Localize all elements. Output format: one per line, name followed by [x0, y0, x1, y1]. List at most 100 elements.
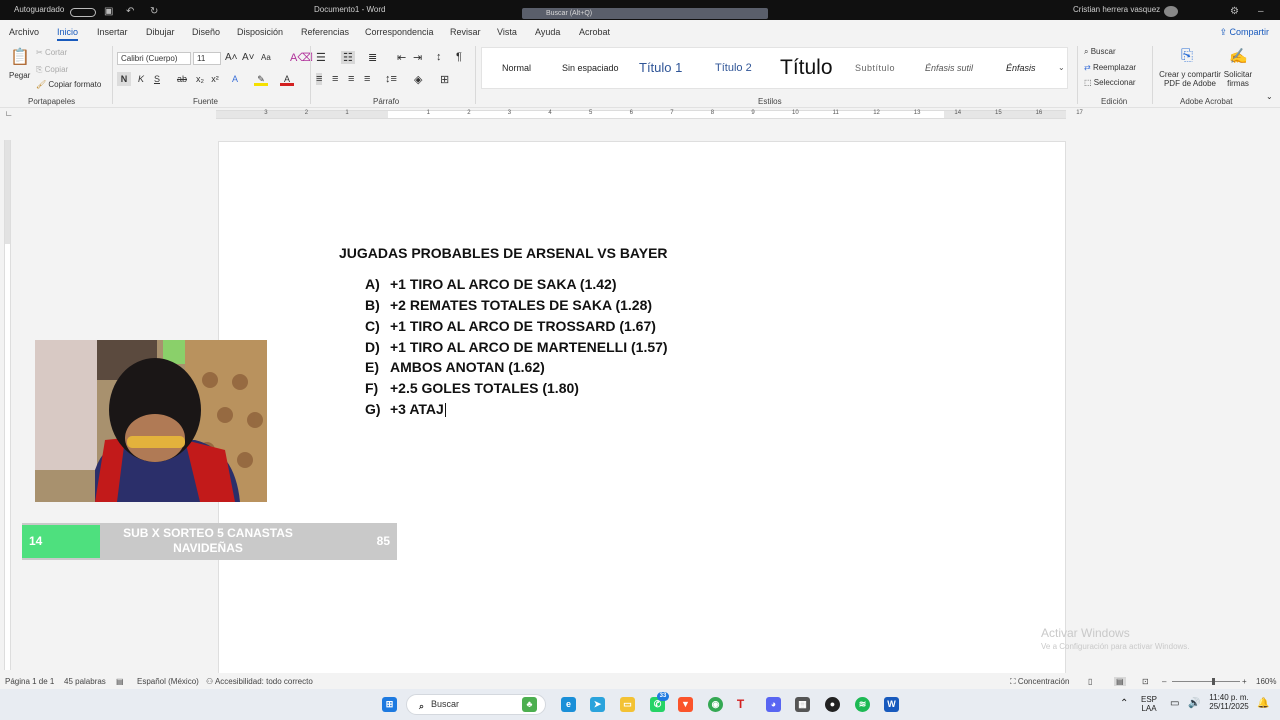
- list-item[interactable]: B) +2 REMATES TOTALES DE SAKA (1.28): [365, 297, 652, 313]
- web-layout-icon[interactable]: ⊡: [1142, 677, 1149, 686]
- select-button[interactable]: ⬚ Seleccionar: [1084, 78, 1136, 87]
- read-mode-icon[interactable]: ▯: [1088, 677, 1092, 686]
- styles-more-icon[interactable]: ⌄: [1058, 48, 1065, 88]
- tab-insertar[interactable]: Insertar: [97, 27, 128, 37]
- style-subtitle[interactable]: Subtítulo: [855, 48, 895, 88]
- list-item[interactable]: A) +1 TIRO AL ARCO DE SAKA (1.42): [365, 276, 617, 292]
- tab-referencias[interactable]: Referencias: [301, 27, 349, 37]
- bold-button[interactable]: N: [117, 72, 131, 86]
- user-name[interactable]: Cristian herrera vasquez: [1073, 5, 1160, 14]
- share-button[interactable]: ⇪ Compartir: [1219, 27, 1269, 38]
- volume-icon[interactable]: 🔊: [1188, 698, 1200, 709]
- paste-button[interactable]: Pegar: [9, 71, 30, 80]
- copy-button[interactable]: ⎘ Copiar: [36, 65, 68, 75]
- file-explorer-icon[interactable]: ▭: [620, 697, 635, 712]
- request-signatures-button[interactable]: Solicitar firmas: [1222, 70, 1254, 88]
- document-heading[interactable]: JUGADAS PROBABLES DE ARSENAL VS BAYER: [339, 245, 668, 261]
- notifications-icon[interactable]: 🔔: [1257, 698, 1269, 709]
- underline-button[interactable]: S: [150, 72, 164, 86]
- tab-ayuda[interactable]: Ayuda: [535, 27, 560, 37]
- numbering-icon[interactable]: ☷: [341, 51, 355, 64]
- proofing-icon[interactable]: ▤: [116, 677, 124, 686]
- language-status[interactable]: Español (México): [137, 677, 199, 686]
- zoom-slider[interactable]: [1172, 678, 1240, 685]
- style-heading-1[interactable]: Título 1: [639, 48, 682, 88]
- autosave-toggle[interactable]: [70, 8, 96, 17]
- list-item[interactable]: E) AMBOS ANOTAN (1.62): [365, 359, 545, 375]
- grow-font-icon[interactable]: A˄: [225, 52, 238, 63]
- windows-start-icon[interactable]: ⊞: [382, 697, 397, 712]
- pdf-icon[interactable]: ⎘: [1181, 47, 1193, 64]
- strikethrough-button[interactable]: ab: [175, 72, 189, 86]
- undo-icon[interactable]: ↶: [126, 6, 134, 17]
- zoom-in-icon[interactable]: +: [1242, 677, 1247, 686]
- discord-icon[interactable]: ◕: [766, 697, 781, 712]
- shrink-font-icon[interactable]: A˅: [242, 52, 255, 63]
- shading-icon[interactable]: ◈: [414, 73, 422, 86]
- save-icon[interactable]: ▣: [104, 6, 113, 17]
- typora-icon[interactable]: T: [733, 697, 748, 712]
- brave-icon[interactable]: ▼: [678, 697, 693, 712]
- tray-chevron-icon[interactable]: ⌃: [1120, 698, 1128, 709]
- font-family-select[interactable]: Calibri (Cuerpo): [117, 52, 191, 65]
- zoom-slider-thumb[interactable]: [1211, 678, 1215, 685]
- tab-archivo[interactable]: Archivo: [9, 27, 39, 37]
- edge-icon[interactable]: e: [561, 697, 576, 712]
- clipboard-icon[interactable]: 📋: [10, 47, 30, 67]
- spotify-icon[interactable]: ≋: [855, 697, 870, 712]
- print-layout-icon[interactable]: ▤: [1114, 677, 1126, 686]
- tab-correspondencia[interactable]: Correspondencia: [365, 27, 434, 37]
- style-subtle-emphasis[interactable]: Énfasis sutil: [925, 48, 973, 88]
- telegram-icon[interactable]: ➤: [590, 697, 605, 712]
- chrome-icon[interactable]: ◉: [708, 697, 723, 712]
- avatar[interactable]: [1164, 6, 1178, 17]
- borders-icon[interactable]: ⊞: [440, 73, 449, 86]
- zoom-level[interactable]: 160%: [1256, 677, 1276, 686]
- ribbon-options-icon[interactable]: ⚙: [1230, 6, 1239, 17]
- calculator-icon[interactable]: ▦: [795, 697, 810, 712]
- tab-dibujar[interactable]: Dibujar: [146, 27, 175, 37]
- text-effects-icon[interactable]: A: [228, 72, 242, 86]
- align-center-icon[interactable]: ≡: [332, 73, 338, 85]
- align-right-icon[interactable]: ≡: [348, 73, 354, 85]
- title-search-box[interactable]: Buscar (Alt+Q): [522, 8, 768, 19]
- page-count[interactable]: Página 1 de 1: [5, 677, 54, 686]
- list-item[interactable]: F) +2.5 GOLES TOTALES (1.80): [365, 380, 579, 396]
- find-button[interactable]: ⌕ Buscar: [1084, 47, 1116, 57]
- zoom-out-icon[interactable]: –: [1162, 677, 1166, 686]
- create-pdf-button[interactable]: Crear y compartir PDF de Adobe: [1158, 70, 1222, 88]
- tab-diseno[interactable]: Diseño: [192, 27, 220, 37]
- tab-inicio[interactable]: Inicio: [57, 27, 79, 41]
- style-heading-2[interactable]: Título 2: [715, 48, 752, 88]
- word-icon[interactable]: W: [884, 697, 899, 712]
- pilcrow-icon[interactable]: ¶: [456, 51, 462, 63]
- minimize-icon[interactable]: –: [1258, 6, 1264, 17]
- align-left-icon[interactable]: ≡: [316, 73, 323, 85]
- replace-button[interactable]: ⇄ Reemplazar: [1084, 63, 1136, 72]
- widgets-icon[interactable]: ♣: [522, 697, 537, 712]
- increase-indent-icon[interactable]: ⇥: [413, 51, 422, 64]
- list-item[interactable]: G) +3 ATAJ: [365, 401, 446, 418]
- line-spacing-icon[interactable]: ↕≡: [385, 73, 397, 85]
- list-item[interactable]: D) +1 TIRO AL ARCO DE MARTENELLI (1.57): [365, 339, 668, 355]
- tab-revisar[interactable]: Revisar: [450, 27, 481, 37]
- clock[interactable]: 11:40 p. m. 25/11/2025: [1206, 693, 1252, 711]
- style-emphasis[interactable]: Énfasis: [1006, 48, 1036, 88]
- list-item[interactable]: C) +1 TIRO AL ARCO DE TROSSARD (1.67): [365, 318, 656, 334]
- superscript-button[interactable]: x²: [208, 72, 222, 86]
- style-normal[interactable]: Normal: [502, 48, 531, 88]
- tab-acrobat[interactable]: Acrobat: [579, 27, 610, 37]
- bullets-icon[interactable]: ☰: [316, 51, 326, 64]
- italic-button[interactable]: K: [134, 72, 148, 86]
- style-title[interactable]: Título: [780, 48, 833, 88]
- obs-icon[interactable]: ●: [825, 697, 840, 712]
- cut-button[interactable]: ✂ Cortar: [36, 48, 67, 57]
- sort-icon[interactable]: ↕: [436, 51, 442, 63]
- tab-selector-icon[interactable]: ∟: [5, 109, 13, 118]
- justify-icon[interactable]: ≡: [364, 73, 370, 85]
- format-painter-button[interactable]: 🖌 Copiar formato: [36, 80, 101, 89]
- tab-disposicion[interactable]: Disposición: [237, 27, 283, 37]
- subscript-button[interactable]: x₂: [193, 72, 207, 86]
- word-count[interactable]: 45 palabras: [64, 677, 106, 686]
- network-icon[interactable]: ▭: [1170, 698, 1179, 709]
